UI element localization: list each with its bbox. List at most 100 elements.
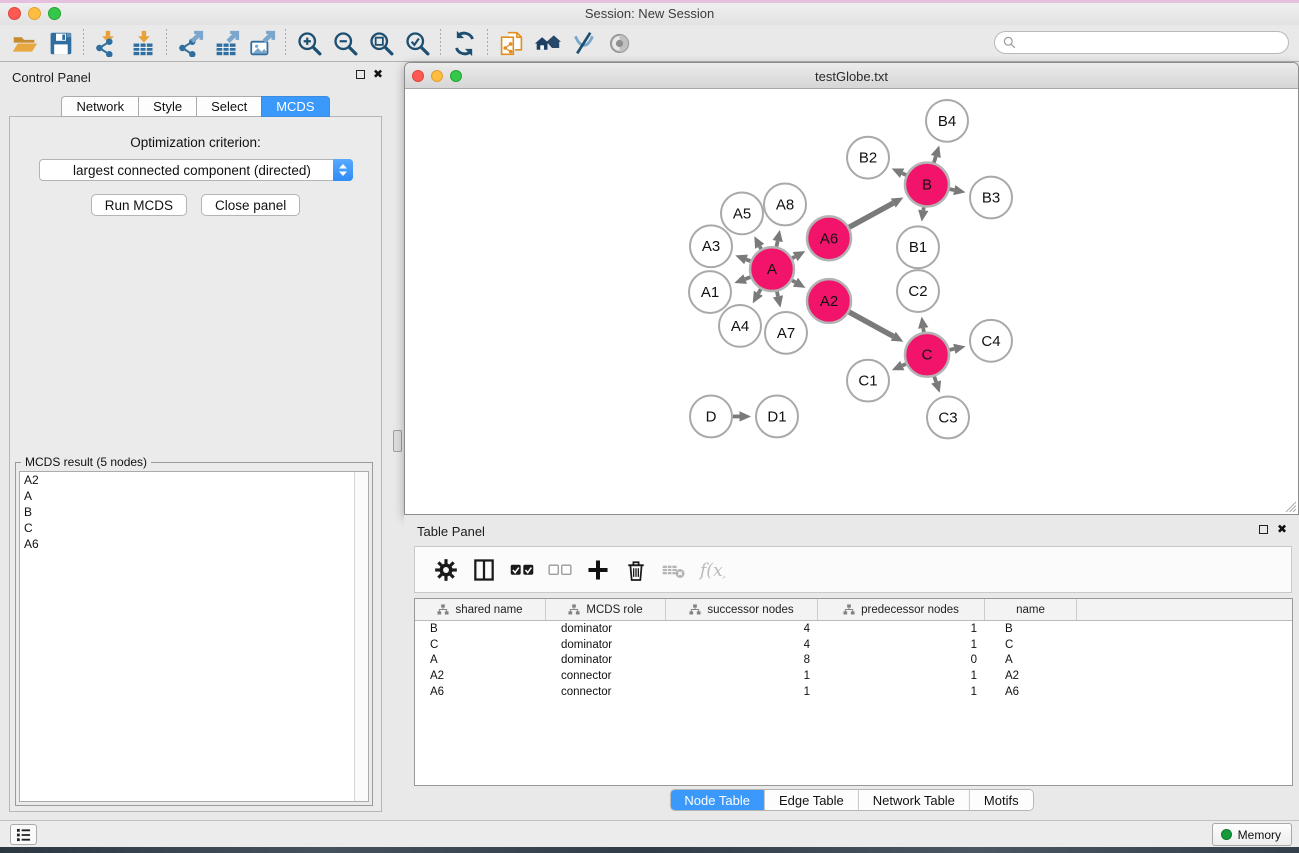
graph-node-D1[interactable]: D1 [756,396,798,438]
zoom-selected-button[interactable] [399,27,435,59]
graph-edge-C-C1[interactable] [892,361,906,370]
graph-edge-B-B2[interactable] [892,168,906,177]
column-header-mcds-role[interactable]: MCDS role [546,599,666,620]
search-input[interactable] [1021,36,1280,50]
table-row[interactable]: A2connector11A2 [415,668,1292,684]
graph-node-A1[interactable]: A1 [689,271,731,313]
graph-node-B3[interactable]: B3 [970,177,1012,219]
column-header-successor-nodes[interactable]: successor nodes [666,599,818,620]
graph-edge-B-B4[interactable] [931,146,941,163]
graph-node-A8[interactable]: A8 [764,184,806,226]
graph-node-B4[interactable]: B4 [926,100,968,142]
import-network-button[interactable] [89,27,125,59]
graph-edge-D-D1[interactable] [733,411,751,421]
result-scrollbar[interactable] [354,472,368,801]
refresh-layout-button[interactable] [446,27,482,59]
graph-edge-C-C2[interactable] [918,317,928,332]
result-item[interactable]: A6 [20,536,368,552]
graph-node-B2[interactable]: B2 [847,137,889,179]
table-cell[interactable]: A2 [985,670,1077,682]
graph-node-A7[interactable]: A7 [765,312,807,354]
close-table-panel-icon[interactable]: ✖ [1277,524,1287,534]
table-cell[interactable]: A2 [415,670,546,682]
result-item[interactable]: C [20,520,368,536]
show-all-button[interactable] [601,27,637,59]
table-cell[interactable]: B [985,623,1077,635]
column-header-name[interactable]: name [985,599,1077,620]
zoom-in-button[interactable] [291,27,327,59]
table-cell[interactable]: 0 [818,654,985,666]
graph-edge-A-A8[interactable] [773,230,783,247]
graph-edge-A-A4[interactable] [753,289,763,303]
graph-edge-A2-C[interactable] [849,312,903,342]
save-session-button[interactable] [42,27,78,59]
deselect-all-columns-button[interactable] [545,554,575,586]
zoom-fit-button[interactable] [363,27,399,59]
export-network-button[interactable] [172,27,208,59]
search-box[interactable] [994,31,1289,54]
table-cell[interactable]: A6 [985,686,1077,698]
table-row[interactable]: Cdominator41C [415,637,1292,653]
table-cell[interactable]: 1 [818,686,985,698]
optimization-select[interactable]: largest connected component (directed) [39,159,353,181]
table-cell[interactable]: A6 [415,686,546,698]
table-cell[interactable]: 8 [666,654,818,666]
graph-node-B1[interactable]: B1 [897,226,939,268]
graph-edge-C-C4[interactable] [949,344,965,354]
float-panel-icon[interactable] [356,70,365,79]
float-table-panel-icon[interactable] [1259,525,1268,534]
graph-edge-A6-B[interactable] [849,198,903,228]
duplicate-network-button[interactable] [493,27,529,59]
graph-node-C[interactable]: C [905,333,949,377]
run-mcds-button[interactable]: Run MCDS [91,194,187,216]
result-item[interactable]: A [20,488,368,504]
graph-edge-C-C3[interactable] [931,376,941,392]
network-canvas[interactable]: AA6A2BCA5A8A3A1A4A7B2B4B3B1C2C4C1C3DD1 [405,89,1298,514]
table-row[interactable]: Adominator80A [415,653,1292,669]
column-header-shared-name[interactable]: shared name [415,599,546,620]
table-cell[interactable]: 1 [818,670,985,682]
column-panel-button[interactable] [469,554,499,586]
export-table-button[interactable] [208,27,244,59]
graph-node-A4[interactable]: A4 [719,305,761,347]
table-cell[interactable]: connector [546,670,666,682]
import-table-button[interactable] [125,27,161,59]
graph-edge-A-A7[interactable] [773,292,783,308]
table-cell[interactable]: connector [546,686,666,698]
table-cell[interactable]: A [985,654,1077,666]
graph-node-C1[interactable]: C1 [847,360,889,402]
graph-edge-A-A6[interactable] [792,251,805,261]
tab-network[interactable]: Network [61,96,138,117]
tab-select[interactable]: Select [196,96,261,117]
first-neighbors-button[interactable] [529,27,565,59]
graph-node-C4[interactable]: C4 [970,320,1012,362]
table-settings-button[interactable] [431,554,461,586]
table-cell[interactable]: 1 [818,623,985,635]
graph-edge-A-A3[interactable] [735,255,750,265]
memory-button[interactable]: Memory [1212,823,1292,846]
close-panel-button[interactable]: Close panel [201,194,300,216]
open-file-button[interactable] [6,27,42,59]
graph-edge-A-A2[interactable] [792,278,805,288]
graph-node-A6[interactable]: A6 [807,216,851,260]
tab-style[interactable]: Style [138,96,196,117]
graph-edge-B-B1[interactable] [918,207,928,221]
graph-edge-A-A1[interactable] [734,274,750,284]
result-item[interactable]: A2 [20,472,368,488]
graph-node-A[interactable]: A [750,247,794,291]
tab-mcds[interactable]: MCDS [261,96,329,117]
table-cell[interactable]: 1 [818,639,985,651]
table-cell[interactable]: 1 [666,670,818,682]
graph-node-C2[interactable]: C2 [897,270,939,312]
graph-node-C3[interactable]: C3 [927,397,969,439]
table-cell[interactable]: 4 [666,639,818,651]
tab-network-table[interactable]: Network Table [859,790,970,810]
tab-motifs[interactable]: Motifs [970,790,1033,810]
graph-edge-B-B3[interactable] [950,185,966,195]
column-header-predecessor-nodes[interactable]: predecessor nodes [818,599,985,620]
table-cell[interactable]: C [415,639,546,651]
graph-node-A5[interactable]: A5 [721,193,763,235]
table-cell[interactable]: C [985,639,1077,651]
select-all-columns-button[interactable] [507,554,537,586]
table-row[interactable]: A6connector11A6 [415,684,1292,700]
